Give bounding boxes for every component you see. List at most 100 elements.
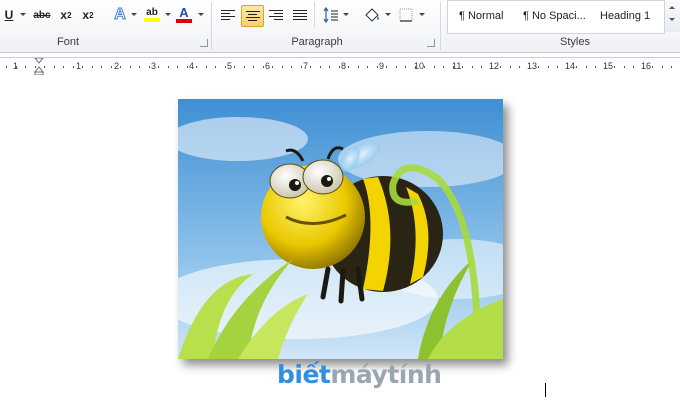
- style-normal[interactable]: ¶ Normal: [459, 10, 503, 22]
- align-right-button[interactable]: [266, 5, 286, 25]
- line-spacing-icon: [323, 7, 338, 23]
- align-left-button[interactable]: [218, 5, 238, 25]
- ruler-tick: [101, 66, 102, 68]
- borders-button[interactable]: [397, 5, 415, 25]
- font-dialog-launcher-icon[interactable]: [200, 39, 208, 47]
- ruler-tick: [253, 66, 254, 68]
- ruler-number: 6: [265, 61, 271, 71]
- underline-button[interactable]: U: [2, 5, 16, 25]
- ruler-tick: [196, 66, 197, 68]
- ruler-tick: [120, 66, 121, 68]
- subscript-mark: 2: [67, 10, 72, 20]
- scroll-down-icon[interactable]: [669, 18, 675, 21]
- ruler-number: 7: [303, 61, 309, 71]
- borders-icon: [399, 8, 413, 22]
- paint-bucket-icon: [365, 8, 379, 22]
- ruler-tick: [177, 66, 178, 68]
- ruler-tick: [472, 66, 473, 68]
- highlight-button[interactable]: ab: [143, 5, 161, 25]
- ruler-tick: [538, 66, 539, 68]
- ruler-tick: [500, 66, 501, 68]
- strikethrough-button[interactable]: abc: [32, 5, 52, 25]
- justify-button[interactable]: [290, 5, 310, 25]
- ruler-number: 5: [227, 61, 233, 71]
- styles-gallery-scroll[interactable]: [664, 0, 680, 32]
- subscript-button[interactable]: x2: [58, 5, 74, 25]
- superscript-button[interactable]: x2: [80, 5, 96, 25]
- font-color-label: A: [179, 5, 189, 20]
- justify-icon: [293, 10, 307, 20]
- ruler-tick: [481, 66, 482, 68]
- watermark-logo: biếtmáytính: [277, 360, 442, 389]
- ruler-tick: [92, 66, 93, 68]
- align-right-icon: [269, 10, 283, 20]
- indent-marker-icon[interactable]: [34, 58, 44, 75]
- style-no-spacing[interactable]: ¶ No Spaci...: [523, 10, 586, 22]
- ruler-tick: [244, 66, 245, 68]
- highlight-color-bar: [144, 18, 160, 22]
- ruler-tick: [168, 66, 169, 68]
- highlight-label: ab: [146, 7, 158, 18]
- text-cursor: [545, 383, 546, 397]
- ruler-tick: [662, 66, 663, 68]
- ruler-tick: [215, 66, 216, 68]
- ruler-tick: [633, 66, 634, 68]
- ruler-tick: [54, 66, 55, 68]
- ruler-tick: [386, 66, 387, 68]
- borders-dropdown-arrow[interactable]: [419, 13, 425, 16]
- ruler-tick: [510, 66, 511, 68]
- ruler-number: 9: [379, 61, 385, 71]
- ruler-tick: [624, 66, 625, 68]
- group-separator: [211, 2, 212, 50]
- ruler-tick: [82, 66, 83, 68]
- line-spacing-button[interactable]: [322, 5, 340, 25]
- font-color-bar: [176, 19, 192, 23]
- font-color-button[interactable]: A: [176, 5, 192, 25]
- align-center-button[interactable]: [241, 5, 264, 27]
- ruler-tick: [225, 66, 226, 68]
- ruler-number: 3: [151, 61, 157, 71]
- shading-button[interactable]: [363, 5, 381, 25]
- ruler-tick: [434, 66, 435, 68]
- styles-gallery: ¶ Normal ¶ No Spaci... Heading 1: [447, 0, 665, 34]
- watermark-part-1: biết: [277, 360, 331, 389]
- ruler-tick: [576, 66, 577, 68]
- ruler-tick: [415, 66, 416, 68]
- ruler-tick: [567, 66, 568, 68]
- font-color-dropdown-arrow[interactable]: [198, 13, 204, 16]
- ruler-tick: [320, 66, 321, 68]
- ruler-tick: [339, 66, 340, 68]
- ruler-tick: [149, 66, 150, 68]
- line-spacing-dropdown-arrow[interactable]: [343, 13, 349, 16]
- group-separator: [314, 2, 315, 28]
- font-group-label: Font: [56, 36, 79, 48]
- text-effects-button[interactable]: A: [112, 5, 128, 25]
- ruler-tick: [377, 66, 378, 68]
- ruler-tick: [586, 66, 587, 68]
- ruler-tick: [605, 66, 606, 68]
- ruler-tick: [158, 66, 159, 68]
- shading-dropdown-arrow[interactable]: [385, 13, 391, 16]
- group-separator: [440, 2, 441, 50]
- text-effects-dropdown-arrow[interactable]: [131, 13, 137, 16]
- paragraph-dialog-launcher-icon[interactable]: [427, 39, 435, 47]
- horizontal-ruler[interactable]: 1 1 2 3 4 5 6 7 8 9 10 11 12 13 14 15 16: [0, 57, 680, 76]
- ruler-tick: [396, 66, 397, 68]
- underline-dropdown-arrow[interactable]: [20, 13, 26, 16]
- ruler-tick: [130, 66, 131, 68]
- ruler-tick: [405, 66, 406, 68]
- ruler-tick: [263, 66, 264, 68]
- superscript-x: x: [82, 8, 90, 22]
- ruler-tick: [462, 66, 463, 68]
- ruler-tick: [652, 66, 653, 68]
- ruler-tick: [234, 66, 235, 68]
- ruler-tick: [557, 66, 558, 68]
- ruler-tick: [6, 66, 7, 68]
- ruler-tick: [671, 66, 672, 68]
- scroll-up-icon[interactable]: [669, 6, 675, 9]
- highlight-dropdown-arrow[interactable]: [165, 13, 171, 16]
- superscript-mark: 2: [89, 10, 94, 20]
- bee-picture[interactable]: [178, 99, 503, 359]
- style-heading-1[interactable]: Heading 1: [600, 10, 650, 22]
- watermark-part-2: máytính: [330, 360, 442, 389]
